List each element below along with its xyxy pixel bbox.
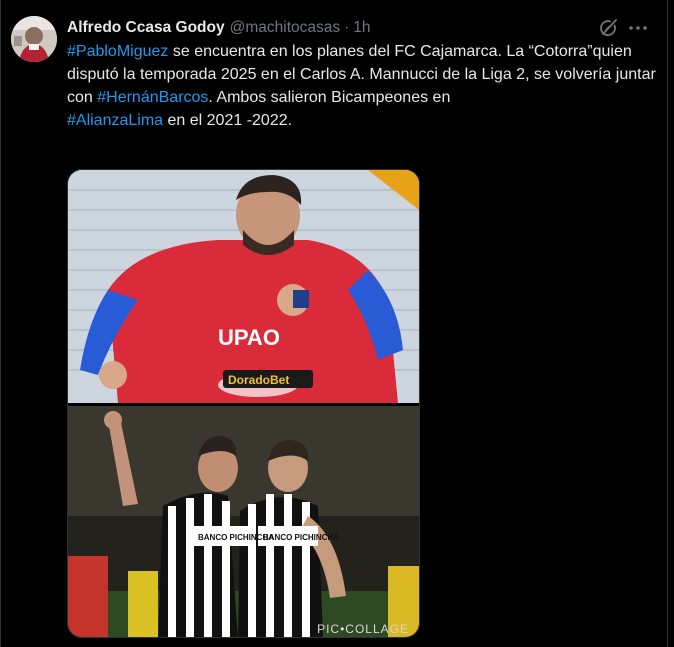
- author-display-name[interactable]: Alfredo Ccasa Godoy: [67, 19, 225, 37]
- sponsor-doradobet: DoradoBet: [228, 373, 289, 387]
- tweet-text-segment: en el 2021 -2022.: [163, 112, 293, 129]
- tweet-text: #PabloMiguez se encuentra en los planes …: [67, 40, 657, 132]
- tweet-media[interactable]: UPAO DoradoBet BANCO PICHINCHA BANCO PIC…: [67, 169, 420, 638]
- more-options-icon[interactable]: [626, 17, 650, 39]
- column-border-left: [0, 0, 1, 647]
- hashtag-pablomiguez[interactable]: #PabloMiguez: [67, 43, 168, 60]
- hashtag-hernanbarcos[interactable]: #HernánBarcos: [97, 89, 208, 106]
- grok-icon[interactable]: [597, 17, 619, 39]
- hashtag-alianzalima[interactable]: #AlianzaLima: [67, 112, 163, 129]
- tweet-text-segment: . Ambos salieron Bicampeones en: [208, 89, 451, 106]
- column-border-right: [667, 0, 668, 647]
- author-avatar[interactable]: [11, 16, 57, 62]
- photo-two-players-celebrating[interactable]: BANCO PICHINCHA BANCO PICHINCHA PIC•COLL…: [68, 406, 419, 637]
- tweet-timestamp[interactable]: 1h: [353, 19, 370, 37]
- sponsor-banco-pichincha: BANCO PICHINCHA: [263, 533, 339, 542]
- sponsor-upao: UPAO: [218, 325, 280, 350]
- tweet-header: Alfredo Ccasa Godoy @machitocasas · 1h: [67, 18, 371, 38]
- author-handle[interactable]: @machitocasas: [230, 19, 341, 37]
- photo-player-red-kit[interactable]: UPAO DoradoBet: [68, 170, 419, 403]
- header-separator: ·: [344, 19, 350, 36]
- collage-watermark: PIC•COLLAGE: [317, 622, 409, 636]
